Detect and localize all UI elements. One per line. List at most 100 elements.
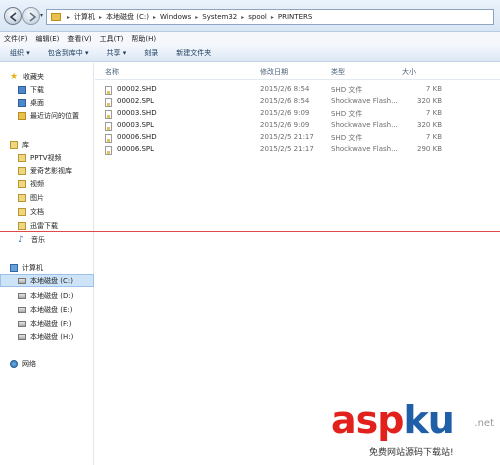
column-header-date-modified[interactable]: 修改日期 xyxy=(260,67,288,79)
file-icon xyxy=(105,110,112,119)
column-header-name[interactable]: 名称 xyxy=(105,67,119,79)
file-date: 2015/2/6 8:54 xyxy=(260,97,310,105)
nav-item-documents[interactable]: 文档 xyxy=(0,205,94,218)
file-name: 00003.SPL xyxy=(117,121,155,129)
recent-places-icon xyxy=(18,111,26,120)
nav-item-label: 本地磁盘 (C:) xyxy=(30,276,73,285)
breadcrumb-printers[interactable]: PRINTERS xyxy=(276,13,314,21)
watermark-brand-b: ku xyxy=(403,398,454,442)
nav-item-label: 本地磁盘 (H:) xyxy=(30,332,74,341)
file-size: 7 KB xyxy=(425,109,442,117)
file-row[interactable]: 00006.SHD 2015/2/5 21:17 SHD 文件 7 KB xyxy=(95,132,500,144)
library-icon xyxy=(10,140,18,149)
red-annotation-line xyxy=(0,231,500,232)
file-row[interactable]: 00003.SHD 2015/2/6 9:09 SHD 文件 7 KB xyxy=(95,108,500,120)
menu-help[interactable]: 帮助(H) xyxy=(131,34,156,44)
network-icon xyxy=(10,359,18,368)
nav-item-label: 视频 xyxy=(30,179,44,188)
music-note-icon: ♪ xyxy=(18,234,24,245)
back-button[interactable] xyxy=(4,7,22,25)
share-button[interactable]: 共享 ▾ xyxy=(107,48,127,58)
file-size: 320 KB xyxy=(417,121,442,129)
nav-item-recent-places[interactable]: 最近访问的位置 xyxy=(0,109,94,122)
arrow-left-icon xyxy=(9,12,17,22)
nav-item-drive-h[interactable]: 本地磁盘 (H:) xyxy=(0,330,94,343)
nav-item-label: 图片 xyxy=(30,193,44,202)
nav-item-music[interactable]: ♪ 音乐 xyxy=(0,233,94,246)
file-size: 290 KB xyxy=(417,145,442,153)
file-date: 2015/2/5 21:17 xyxy=(260,145,314,153)
address-bar-strip: ▾ ▸ 计算机 ▸ 本地磁盘 (C:) ▸ Windows ▸ System32… xyxy=(0,0,500,32)
nav-item-drive-c[interactable]: 本地磁盘 (C:) xyxy=(0,274,94,287)
watermark-tagline: 免费网站源码下载站! xyxy=(367,445,456,458)
nav-item-pptv-video[interactable]: PPTV视频 xyxy=(0,151,94,164)
recent-pages-chevron-icon[interactable]: ▾ xyxy=(40,12,43,19)
watermark: aspku .net 免费网站源码下载站! xyxy=(319,400,494,460)
nav-item-drive-d[interactable]: 本地磁盘 (D:) xyxy=(0,289,94,302)
video-library-icon xyxy=(18,153,26,162)
breadcrumb-windows[interactable]: Windows xyxy=(158,13,193,21)
menu-view[interactable]: 查看(V) xyxy=(67,34,91,44)
nav-libraries[interactable]: 库 xyxy=(0,138,94,151)
nav-item-videos[interactable]: 视频 xyxy=(0,177,94,190)
menu-tools[interactable]: 工具(T) xyxy=(100,34,124,44)
folder-icon xyxy=(51,13,61,21)
nav-item-label: 迅雷下载 xyxy=(30,221,58,230)
video-library-icon xyxy=(18,166,26,175)
nav-item-label: 本地磁盘 (D:) xyxy=(30,291,74,300)
breadcrumb-system32[interactable]: System32 xyxy=(200,13,239,21)
breadcrumb-spool[interactable]: spool xyxy=(246,13,269,21)
nav-item-label: 爱奇艺影视库 xyxy=(30,166,72,175)
nav-computer[interactable]: 计算机 xyxy=(0,261,94,274)
file-name: 00006.SPL xyxy=(117,145,155,153)
breadcrumb-drive-c[interactable]: 本地磁盘 (C:) xyxy=(104,12,151,22)
file-row[interactable]: 00002.SPL 2015/2/6 8:54 Shockwave Flash.… xyxy=(95,96,500,108)
file-icon xyxy=(105,86,112,95)
chevron-right-icon[interactable]: ▸ xyxy=(67,14,70,21)
nav-network[interactable]: 网络 xyxy=(0,357,94,370)
breadcrumb-computer[interactable]: 计算机 xyxy=(72,12,97,22)
drive-icon xyxy=(18,333,26,340)
menu-file[interactable]: 文件(F) xyxy=(4,34,28,44)
file-size: 7 KB xyxy=(425,133,442,141)
file-type: SHD 文件 xyxy=(331,86,363,94)
nav-favorites-label: 收藏夹 xyxy=(23,72,44,81)
nav-item-drive-f[interactable]: 本地磁盘 (F:) xyxy=(0,317,94,330)
file-type: Shockwave Flash... xyxy=(331,97,398,105)
forward-button[interactable] xyxy=(22,7,40,25)
nav-favorites[interactable]: ★ 收藏夹 xyxy=(0,70,94,83)
chevron-right-icon[interactable]: ▸ xyxy=(153,14,156,21)
burn-button[interactable]: 刻录 xyxy=(144,48,158,58)
video-library-icon xyxy=(18,179,26,188)
file-type: SHD 文件 xyxy=(331,134,363,142)
menu-edit[interactable]: 编辑(E) xyxy=(36,34,60,44)
column-header-size[interactable]: 大小 xyxy=(402,67,416,79)
file-row[interactable]: 00006.SPL 2015/2/5 21:17 Shockwave Flash… xyxy=(95,144,500,156)
include-in-library-button[interactable]: 包含到库中 ▾ xyxy=(48,48,89,58)
header-divider xyxy=(95,79,500,80)
chevron-right-icon[interactable]: ▸ xyxy=(271,14,274,21)
nav-network-label: 网络 xyxy=(22,359,36,368)
column-header-type[interactable]: 类型 xyxy=(331,67,345,79)
nav-item-downloads[interactable]: 下载 xyxy=(0,83,94,96)
address-path[interactable]: ▸ 计算机 ▸ 本地磁盘 (C:) ▸ Windows ▸ System32 ▸… xyxy=(46,9,494,25)
file-row[interactable]: 00003.SPL 2015/2/6 9:09 Shockwave Flash.… xyxy=(95,120,500,132)
download-folder-icon xyxy=(18,85,26,94)
file-row[interactable]: 00002.SHD 2015/2/6 8:54 SHD 文件 7 KB xyxy=(95,84,500,96)
download-library-icon xyxy=(18,221,26,230)
chevron-right-icon[interactable]: ▸ xyxy=(99,14,102,21)
nav-item-label: 下载 xyxy=(30,85,44,94)
organize-button[interactable]: 组织 ▾ xyxy=(10,48,30,58)
chevron-right-icon[interactable]: ▸ xyxy=(195,14,198,21)
arrow-right-icon xyxy=(29,12,37,22)
nav-item-drive-e[interactable]: 本地磁盘 (E:) xyxy=(0,303,94,316)
chevron-right-icon[interactable]: ▸ xyxy=(241,14,244,21)
computer-icon xyxy=(10,263,18,272)
menu-bar: 文件(F) 编辑(E) 查看(V) 工具(T) 帮助(H) xyxy=(0,32,500,45)
new-folder-button[interactable]: 新建文件夹 xyxy=(176,48,211,58)
nav-item-desktop[interactable]: 桌面 xyxy=(0,96,94,109)
nav-item-pictures[interactable]: 图片 xyxy=(0,191,94,204)
drive-icon xyxy=(18,292,26,299)
file-date: 2015/2/6 9:09 xyxy=(260,109,310,117)
nav-item-iqiyi-library[interactable]: 爱奇艺影视库 xyxy=(0,164,94,177)
